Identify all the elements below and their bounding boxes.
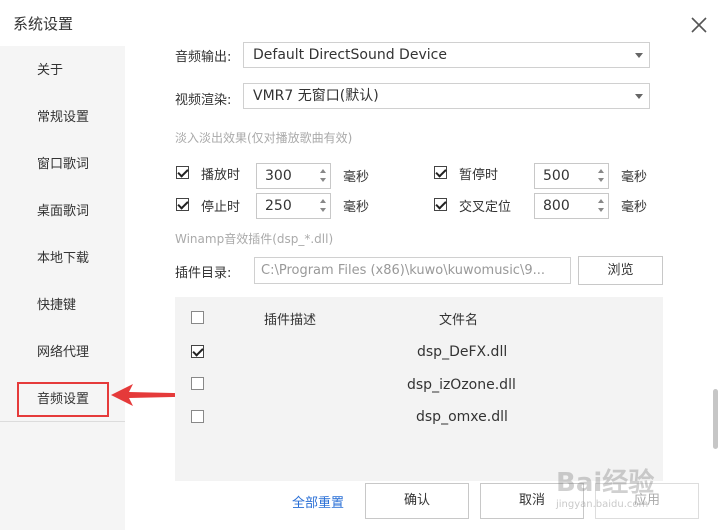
stop-fade-label: 停止时 bbox=[201, 200, 241, 215]
play-fade-value: 300 bbox=[265, 168, 292, 184]
video-render-select[interactable]: VMR7 无窗口(默认) bbox=[243, 83, 650, 109]
pause-fade-unit: 毫秒 bbox=[621, 170, 648, 185]
pause-fade-value: 500 bbox=[543, 168, 570, 184]
sidebar-item-local-download[interactable]: 本地下载 bbox=[0, 244, 125, 274]
pause-fade-label: 暂停时 bbox=[459, 168, 499, 183]
plugin-row-checkbox[interactable] bbox=[191, 410, 204, 423]
sidebar-item-shortcuts[interactable]: 快捷键 bbox=[0, 291, 125, 321]
spin-down-icon[interactable] bbox=[598, 178, 604, 182]
confirm-button[interactable]: 确认 bbox=[365, 483, 469, 519]
sidebar-divider bbox=[0, 421, 125, 422]
plugin-row-file: dsp_izOzone.dll bbox=[407, 377, 516, 393]
sidebar-item-desktop-lyrics[interactable]: 桌面歌词 bbox=[0, 197, 125, 227]
winamp-hint: Winamp音效插件(dsp_*.dll) bbox=[175, 232, 334, 246]
close-icon[interactable] bbox=[688, 14, 710, 36]
sidebar-item-audio[interactable]: 音频设置 bbox=[17, 382, 109, 417]
baidu-watermark: Bai经验 jingyan.baidu.com bbox=[556, 462, 716, 522]
play-fade-checkbox[interactable] bbox=[176, 166, 189, 179]
spin-down-icon[interactable] bbox=[598, 208, 604, 212]
stop-fade-checkbox[interactable] bbox=[176, 198, 189, 211]
sidebar-item-window-lyrics[interactable]: 窗口歌词 bbox=[0, 150, 125, 180]
crossfade-checkbox[interactable] bbox=[434, 198, 447, 211]
reset-all-link[interactable]: 全部重置 bbox=[292, 492, 344, 511]
play-fade-spinner[interactable]: 300 bbox=[256, 163, 331, 189]
header-plugin-desc: 插件描述 bbox=[264, 313, 317, 328]
plugin-row-checkbox[interactable] bbox=[191, 377, 204, 390]
crossfade-value: 800 bbox=[543, 198, 570, 214]
video-render-label: 视频渲染: bbox=[175, 93, 232, 108]
crossfade-label: 交叉定位 bbox=[459, 200, 512, 215]
stop-fade-value: 250 bbox=[265, 198, 292, 214]
plugin-row-checkbox[interactable] bbox=[191, 345, 204, 358]
play-fade-unit: 毫秒 bbox=[343, 170, 370, 185]
spin-down-icon[interactable] bbox=[320, 178, 326, 182]
title-bar bbox=[0, 0, 725, 46]
plugin-dir-field[interactable]: C:\Program Files (x86)\kuwo\kuwomusic\9.… bbox=[254, 257, 571, 284]
plugin-row-file: dsp_DeFX.dll bbox=[417, 344, 508, 360]
scrollbar-thumb[interactable] bbox=[713, 389, 718, 449]
play-fade-label: 播放时 bbox=[201, 168, 241, 183]
video-render-value: VMR7 无窗口(默认) bbox=[253, 88, 379, 104]
watermark-sub: jingyan.baidu.com bbox=[556, 499, 649, 510]
spin-down-icon[interactable] bbox=[320, 208, 326, 212]
spin-up-icon[interactable] bbox=[320, 169, 326, 173]
header-file-name: 文件名 bbox=[439, 313, 479, 328]
fade-hint: 淡入淡出效果(仅对播放歌曲有效) bbox=[175, 131, 353, 145]
sidebar-item-about[interactable]: 关于 bbox=[0, 56, 125, 86]
audio-output-value: Default DirectSound Device bbox=[253, 47, 447, 63]
plugin-row-file: dsp_omxe.dll bbox=[416, 409, 508, 425]
browse-button[interactable]: 浏览 bbox=[578, 256, 663, 285]
spin-up-icon[interactable] bbox=[598, 199, 604, 203]
sidebar-item-proxy[interactable]: 网络代理 bbox=[0, 338, 125, 368]
pause-fade-checkbox[interactable] bbox=[434, 166, 447, 179]
plugin-dir-label: 插件目录: bbox=[175, 266, 232, 281]
window-title: 系统设置 bbox=[13, 15, 74, 33]
crossfade-spinner[interactable]: 800 bbox=[534, 193, 609, 219]
watermark-text: Bai经验 bbox=[556, 468, 655, 498]
pause-fade-spinner[interactable]: 500 bbox=[534, 163, 609, 189]
spin-up-icon[interactable] bbox=[320, 199, 326, 203]
crossfade-unit: 毫秒 bbox=[621, 200, 648, 215]
audio-output-select[interactable]: Default DirectSound Device bbox=[243, 42, 650, 68]
stop-fade-spinner[interactable]: 250 bbox=[256, 193, 331, 219]
stop-fade-unit: 毫秒 bbox=[343, 200, 370, 215]
sidebar-item-general[interactable]: 常规设置 bbox=[0, 103, 125, 133]
chevron-down-icon bbox=[635, 94, 643, 99]
chevron-down-icon bbox=[635, 53, 643, 58]
select-all-checkbox[interactable] bbox=[191, 311, 204, 324]
audio-output-label: 音频输出: bbox=[175, 50, 232, 65]
spin-up-icon[interactable] bbox=[598, 169, 604, 173]
